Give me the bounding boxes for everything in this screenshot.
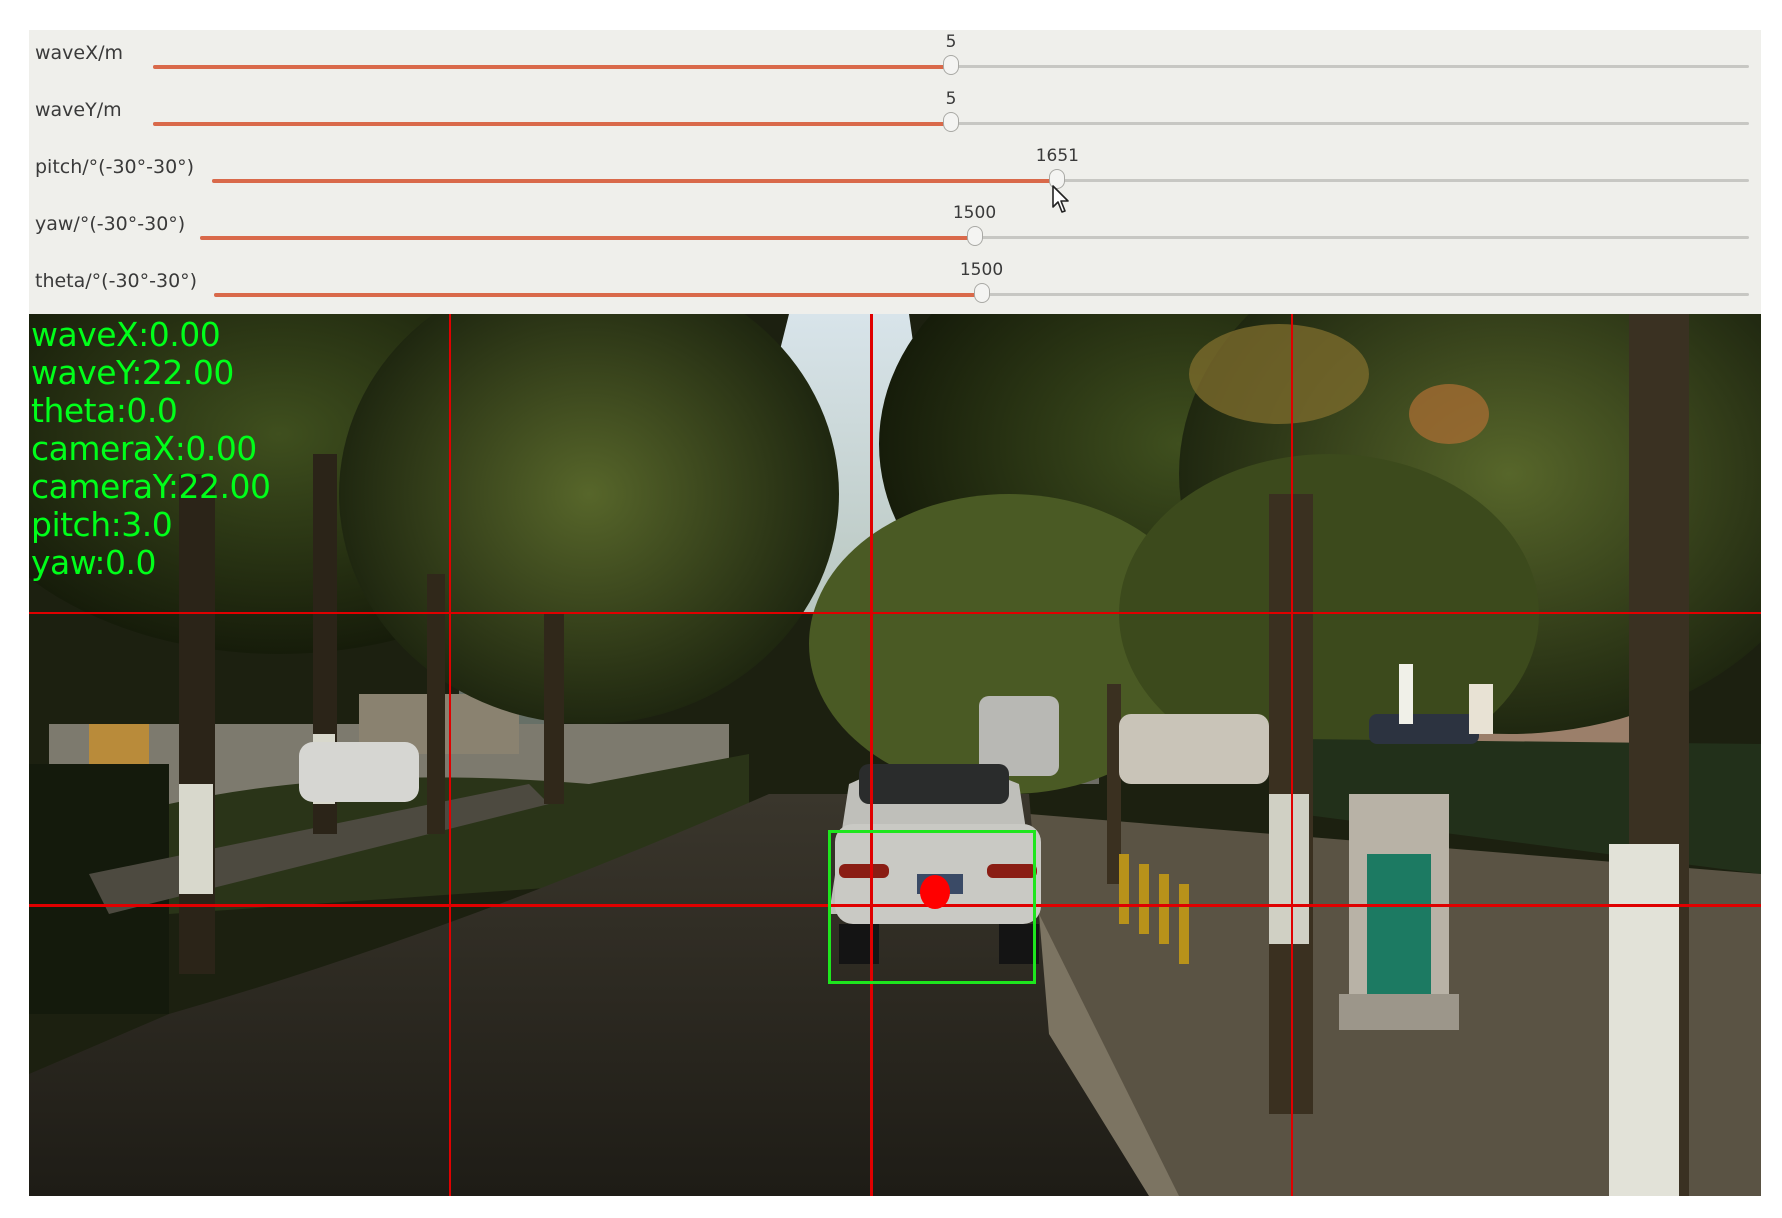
street-scene-image — [29, 314, 1761, 1196]
slider-value: 1500 — [952, 203, 997, 223]
overlay-wavey: waveY:22.00 — [31, 353, 234, 392]
slider-label: yaw/°(-30°-30°) — [35, 213, 186, 235]
wavey-slider-handle[interactable] — [943, 112, 959, 132]
mouse-pointer-icon — [1052, 185, 1069, 213]
grid-line-vertical — [1291, 314, 1293, 1196]
slider-label: pitch/°(-30°-30°) — [35, 156, 195, 178]
overlay-camerax: cameraX:0.00 — [31, 429, 257, 468]
grid-line-horizontal — [29, 612, 1761, 614]
slider-fill — [212, 178, 1058, 183]
overlay-cameray: cameraY:22.00 — [31, 467, 271, 506]
camera-view: waveX:0.00 waveY:22.00 theta:0.0 cameraX… — [29, 314, 1761, 1196]
target-point-marker — [920, 875, 950, 909]
slider-label: theta/°(-30°-30°) — [35, 270, 198, 292]
slider-fill — [200, 235, 975, 240]
slider-row-yaw: yaw/°(-30°-30°) 1500 — [29, 201, 1761, 258]
slider-fill — [153, 121, 951, 126]
slider-label: waveX/m — [35, 42, 124, 64]
grid-line-vertical — [449, 314, 451, 1196]
telemetry-overlay: waveX:0.00 waveY:22.00 theta:0.0 cameraX… — [31, 315, 271, 582]
slider-value: 1500 — [959, 260, 1004, 280]
control-panel: waveX/m 5 waveY/m 5 pitch/°(-30°-30°) 16… — [29, 30, 1761, 314]
overlay-yaw: yaw:0.0 — [31, 543, 157, 582]
slider-fill — [214, 292, 982, 297]
yaw-slider-handle[interactable] — [966, 226, 983, 246]
wavex-slider-track[interactable]: 5 — [153, 32, 1749, 75]
overlay-pitch: pitch:3.0 — [31, 505, 173, 544]
wavex-slider-handle[interactable] — [943, 55, 959, 75]
slider-value: 5 — [945, 89, 957, 109]
slider-fill — [153, 64, 951, 69]
slider-row-pitch: pitch/°(-30°-30°) 1651 — [29, 144, 1761, 201]
slider-row-wavey: waveY/m 5 — [29, 87, 1761, 144]
slider-label: waveY/m — [35, 99, 122, 121]
slider-row-theta: theta/°(-30°-30°) 1500 — [29, 258, 1761, 315]
overlay-wavex: waveX:0.00 — [31, 315, 221, 354]
wavey-slider-track[interactable]: 5 — [153, 89, 1749, 132]
theta-slider-handle[interactable] — [973, 283, 990, 303]
grid-line-vertical-center — [870, 314, 873, 1196]
slider-row-wavex: waveX/m 5 — [29, 30, 1761, 87]
theta-slider-track[interactable]: 1500 — [214, 260, 1749, 303]
pitch-slider-track[interactable]: 1651 — [212, 146, 1749, 189]
slider-value: 1651 — [1035, 146, 1079, 166]
yaw-slider-track[interactable]: 1500 — [200, 203, 1749, 246]
overlay-theta: theta:0.0 — [31, 391, 178, 430]
slider-value: 5 — [945, 32, 957, 52]
